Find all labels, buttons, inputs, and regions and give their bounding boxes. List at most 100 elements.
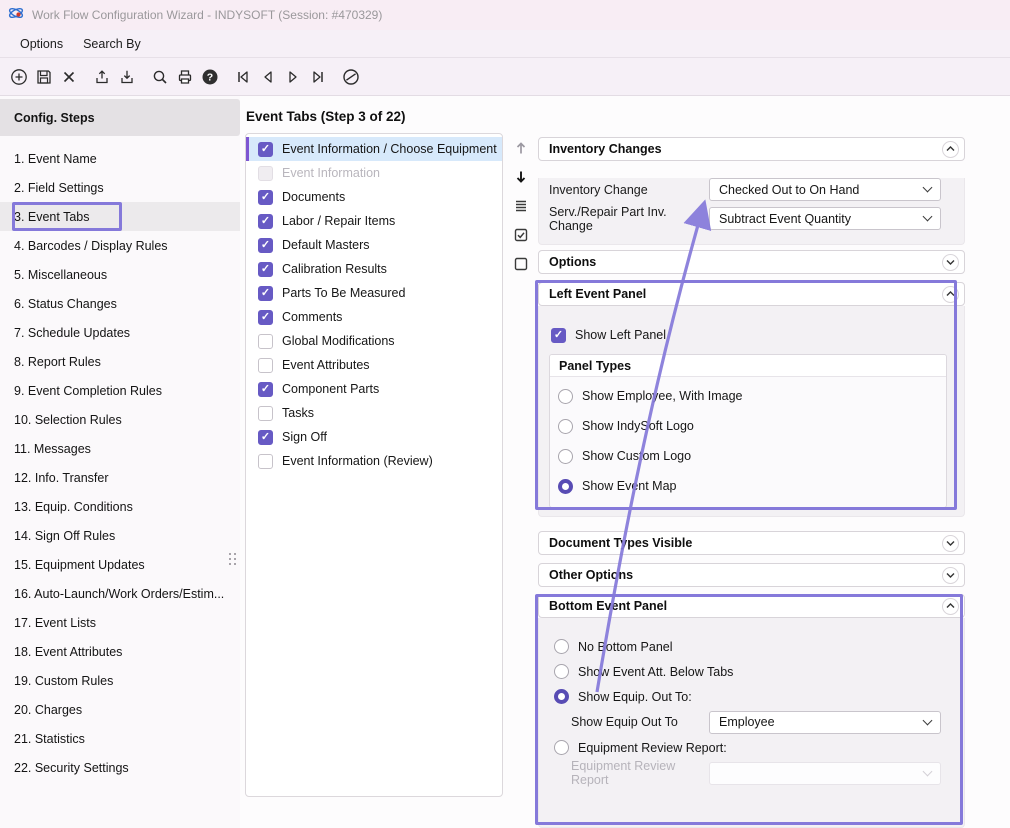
radio-selected[interactable]: [554, 689, 569, 704]
show-left-panel-row[interactable]: Show Left Panel: [539, 323, 964, 347]
checkbox-checked[interactable]: [258, 262, 273, 277]
move-down-button[interactable]: [511, 168, 531, 186]
sidebar-step[interactable]: 1. Event Name: [0, 144, 240, 173]
radio-unselected[interactable]: [558, 389, 573, 404]
checkbox-unchecked[interactable]: [258, 454, 273, 469]
radio-unselected[interactable]: [558, 449, 573, 464]
section-header[interactable]: Other Options: [538, 563, 965, 587]
checkbox-checked[interactable]: [258, 286, 273, 301]
search-button[interactable]: [147, 64, 172, 90]
radio-row[interactable]: Show Event Map: [558, 471, 938, 501]
checkbox-checked[interactable]: [258, 142, 273, 157]
sidebar-step[interactable]: 18. Event Attributes: [0, 637, 240, 666]
section-header[interactable]: Document Types Visible: [538, 531, 965, 555]
sidebar-step[interactable]: 5. Miscellaneous: [0, 260, 240, 289]
tab-row[interactable]: Parts To Be Measured: [246, 281, 502, 305]
sidebar-step[interactable]: 20. Charges: [0, 695, 240, 724]
tab-row[interactable]: Tasks: [246, 401, 502, 425]
list-button[interactable]: [511, 197, 531, 215]
tab-row[interactable]: Event Information: [246, 161, 502, 185]
checkbox-unchecked[interactable]: [258, 334, 273, 349]
tab-row[interactable]: Global Modifications: [246, 329, 502, 353]
radio-unselected[interactable]: [554, 639, 569, 654]
checkbox-checked[interactable]: [258, 238, 273, 253]
checkbox-checked[interactable]: [258, 382, 273, 397]
check-all-button[interactable]: [511, 226, 531, 244]
sidebar-step[interactable]: 13. Equip. Conditions: [0, 492, 240, 521]
tab-row[interactable]: Event Information / Choose Equipment: [246, 137, 502, 161]
show-equip-out-to-dropdown[interactable]: Employee: [709, 711, 941, 734]
sidebar-step[interactable]: 12. Info. Transfer: [0, 463, 240, 492]
splitter-handle[interactable]: [229, 553, 239, 569]
radio-row[interactable]: Equipment Review Report:: [539, 735, 964, 760]
expand-button[interactable]: [942, 254, 959, 271]
help-button[interactable]: ?: [197, 64, 222, 90]
last-record-button[interactable]: [305, 64, 330, 90]
tab-row[interactable]: Calibration Results: [246, 257, 502, 281]
radio-row[interactable]: Show Event Att. Below Tabs: [539, 659, 964, 684]
previous-record-button[interactable]: [255, 64, 280, 90]
print-button[interactable]: [172, 64, 197, 90]
sidebar-step[interactable]: 10. Selection Rules: [0, 405, 240, 434]
sidebar-step[interactable]: 11. Messages: [0, 434, 240, 463]
collapse-button[interactable]: [942, 141, 959, 158]
sidebar-step[interactable]: 8. Report Rules: [0, 347, 240, 376]
section-header[interactable]: Bottom Event Panel: [538, 594, 965, 618]
delete-button[interactable]: [56, 64, 81, 90]
tab-row[interactable]: Event Information (Review): [246, 449, 502, 473]
sidebar-step[interactable]: 15. Equipment Updates: [0, 550, 240, 579]
sidebar-step[interactable]: 17. Event Lists: [0, 608, 240, 637]
sidebar-step[interactable]: 16. Auto-Launch/Work Orders/Estim...: [0, 579, 240, 608]
radio-selected[interactable]: [558, 479, 573, 494]
uncheck-all-button[interactable]: [511, 255, 531, 273]
section-header[interactable]: Left Event Panel: [538, 282, 965, 306]
expand-button[interactable]: [942, 567, 959, 584]
radio-row[interactable]: Show Custom Logo: [558, 441, 938, 471]
sidebar-step[interactable]: 4. Barcodes / Display Rules: [0, 231, 240, 260]
radio-unselected[interactable]: [558, 419, 573, 434]
radio-row[interactable]: Show IndySoft Logo: [558, 411, 938, 441]
checkbox-unchecked[interactable]: [258, 166, 273, 181]
sidebar-step[interactable]: 21. Statistics: [0, 724, 240, 753]
checkbox-unchecked[interactable]: [258, 406, 273, 421]
sidebar-step[interactable]: 14. Sign Off Rules: [0, 521, 240, 550]
menu-search-by[interactable]: Search By: [83, 37, 141, 51]
tab-row[interactable]: Documents: [246, 185, 502, 209]
expand-button[interactable]: [942, 535, 959, 552]
next-record-button[interactable]: [280, 64, 305, 90]
move-up-button[interactable]: [511, 139, 531, 157]
tab-row[interactable]: Sign Off: [246, 425, 502, 449]
tab-row[interactable]: Event Attributes: [246, 353, 502, 377]
first-record-button[interactable]: [230, 64, 255, 90]
import-button[interactable]: [114, 64, 139, 90]
add-button[interactable]: [6, 64, 31, 90]
tab-row[interactable]: Labor / Repair Items: [246, 209, 502, 233]
radio-row[interactable]: Show Employee, With Image: [558, 381, 938, 411]
sidebar-step[interactable]: 9. Event Completion Rules: [0, 376, 240, 405]
save-button[interactable]: [31, 64, 56, 90]
checkbox-checked[interactable]: [258, 310, 273, 325]
tab-row[interactable]: Component Parts: [246, 377, 502, 401]
cancel-button[interactable]: [338, 64, 363, 90]
sidebar-step[interactable]: 6. Status Changes: [0, 289, 240, 318]
sidebar-step[interactable]: 22. Security Settings: [0, 753, 240, 782]
section-header[interactable]: Options: [538, 250, 965, 274]
checkbox-checked[interactable]: [258, 190, 273, 205]
checkbox-checked[interactable]: [551, 328, 566, 343]
tab-row[interactable]: Comments: [246, 305, 502, 329]
serv-repair-inv-change-dropdown[interactable]: Subtract Event Quantity: [709, 207, 941, 230]
checkbox-unchecked[interactable]: [258, 358, 273, 373]
radio-unselected[interactable]: [554, 664, 569, 679]
export-button[interactable]: [89, 64, 114, 90]
radio-row[interactable]: No Bottom Panel: [539, 634, 964, 659]
sidebar-step[interactable]: 19. Custom Rules: [0, 666, 240, 695]
collapse-button[interactable]: [942, 598, 959, 615]
collapse-button[interactable]: [942, 286, 959, 303]
radio-unselected[interactable]: [554, 740, 569, 755]
sidebar-step[interactable]: 2. Field Settings: [0, 173, 240, 202]
section-header[interactable]: Inventory Changes: [538, 137, 965, 161]
menu-options[interactable]: Options: [20, 37, 63, 51]
tab-row[interactable]: Default Masters: [246, 233, 502, 257]
checkbox-checked[interactable]: [258, 214, 273, 229]
radio-row[interactable]: Show Equip. Out To:: [539, 684, 964, 709]
